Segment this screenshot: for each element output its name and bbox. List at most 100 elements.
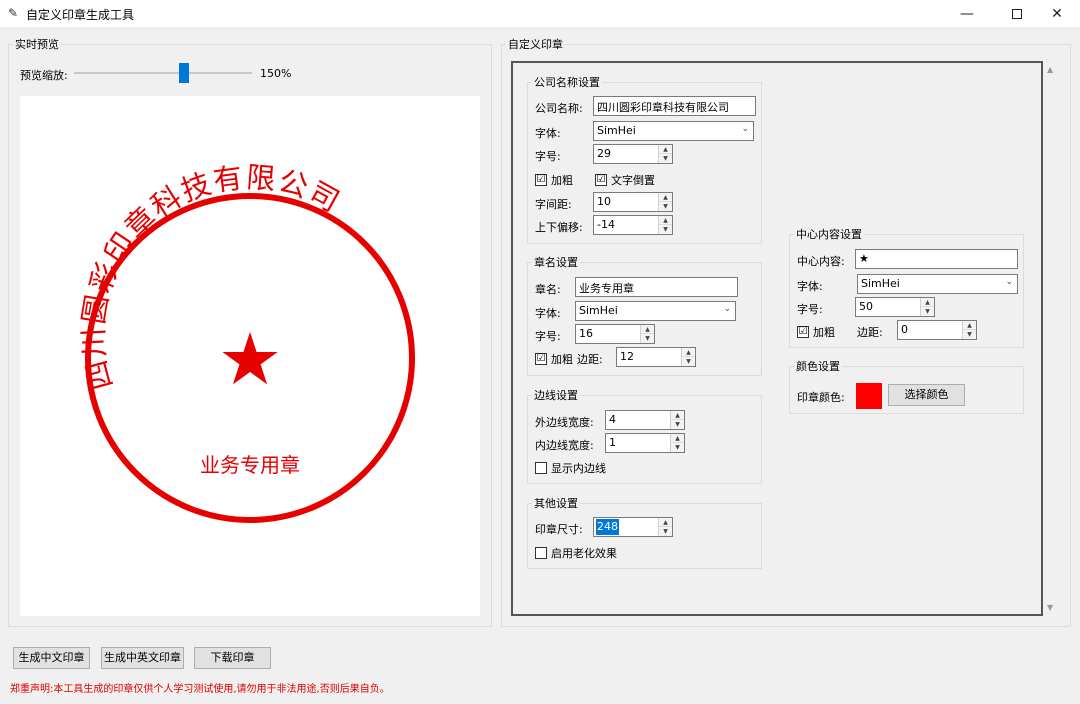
spin-down-icon[interactable]: ▼ [682, 357, 695, 366]
aging-effect-checkbox[interactable]: 启用老化效果 [535, 545, 617, 561]
seal-margin-value: 12 [620, 350, 634, 363]
preview-group-title: 实时预览 [15, 38, 59, 51]
seal-font-label: 字体: [535, 307, 561, 320]
spin-up-icon[interactable]: ▲ [659, 216, 672, 225]
spin-up-icon[interactable]: ▲ [671, 434, 684, 443]
spin-down-icon[interactable]: ▼ [963, 330, 976, 339]
seal-font-value: SimHei [579, 304, 618, 317]
spin-down-icon[interactable]: ▼ [671, 420, 684, 429]
company-offset-spinbox[interactable]: -14 ▲ ▼ [593, 215, 673, 235]
feather-icon: ✎ [8, 6, 19, 20]
stamp-color-swatch[interactable] [856, 383, 882, 409]
spin-up-icon[interactable]: ▲ [659, 193, 672, 202]
company-invert-label: 文字倒置 [611, 174, 655, 187]
seal-font-select[interactable]: SimHei ⌄ [575, 301, 736, 321]
company-size-value: 29 [597, 147, 611, 160]
spin-up-icon[interactable]: ▲ [921, 298, 934, 307]
company-font-select[interactable]: SimHei ⌄ [593, 121, 754, 141]
stamp-size-spinbox[interactable]: 248 ▲ ▼ [593, 517, 673, 537]
seal-bold-label: 加粗 [551, 353, 573, 366]
seal-margin-spinbox[interactable]: 12 ▲ ▼ [616, 347, 696, 367]
show-inner-border-checkbox[interactable]: 显示内边线 [535, 460, 606, 476]
zoom-value: 150% [260, 67, 292, 80]
company-spacing-label: 字间距: [535, 198, 572, 211]
center-content-input[interactable]: ★ [855, 249, 1018, 269]
stamp-preview-canvas: 四川圆彩印章科技有限公司 ★ 业务专用章 [20, 96, 480, 616]
seal-size-label: 字号: [535, 330, 561, 343]
scroll-up-icon[interactable]: ▲ [1047, 65, 1053, 74]
center-font-select[interactable]: SimHei ⌄ [857, 274, 1018, 294]
close-button[interactable]: ✕ [1034, 0, 1080, 27]
maximize-icon [1012, 8, 1022, 19]
seal-margin-label: 边距: [577, 353, 603, 366]
center-settings-title: 中心内容设置 [796, 228, 862, 241]
stamp-preview: 四川圆彩印章科技有限公司 ★ 业务专用章 [76, 160, 415, 523]
close-icon: ✕ [1051, 5, 1063, 22]
checkbox-box [535, 547, 547, 559]
spin-up-icon[interactable]: ▲ [671, 411, 684, 420]
inner-border-value: 1 [609, 436, 616, 449]
company-bold-checkbox[interactable]: ☑ 加粗 [535, 172, 573, 188]
seal-bold-checkbox[interactable]: ☑ 加粗 [535, 351, 573, 367]
stamp-size-label: 印章尺寸: [535, 523, 583, 536]
company-invert-checkbox[interactable]: ☑ 文字倒置 [595, 172, 655, 188]
chevron-down-icon: ⌄ [1005, 277, 1013, 287]
company-size-spinbox[interactable]: 29 ▲ ▼ [593, 144, 673, 164]
seal-name-label: 章名: [535, 283, 561, 296]
chevron-down-icon: ⌄ [741, 124, 749, 134]
border-settings-title: 边线设置 [534, 389, 578, 402]
center-font-value: SimHei [861, 277, 900, 290]
center-margin-spinbox[interactable]: 0 ▲ ▼ [897, 320, 977, 340]
outer-border-value: 4 [609, 413, 616, 426]
checkbox-box: ☑ [535, 174, 547, 186]
download-stamp-button[interactable]: 下载印章 [194, 647, 271, 669]
company-settings-title: 公司名称设置 [534, 76, 600, 89]
seal-name-settings-title: 章名设置 [534, 256, 578, 269]
zoom-slider-track[interactable] [74, 72, 252, 74]
center-size-label: 字号: [797, 303, 823, 316]
center-bold-checkbox[interactable]: ☑ 加粗 [797, 324, 835, 340]
minimize-button[interactable]: — [944, 0, 990, 27]
inner-border-spinbox[interactable]: 1 ▲ ▼ [605, 433, 685, 453]
company-bold-label: 加粗 [551, 174, 573, 187]
company-name-input[interactable]: 四川圆彩印章科技有限公司 [593, 96, 756, 116]
generate-chinese-stamp-button[interactable]: 生成中文印章 [13, 647, 90, 669]
company-spacing-value: 10 [597, 195, 611, 208]
spin-up-icon[interactable]: ▲ [659, 518, 672, 527]
spin-up-icon[interactable]: ▲ [682, 348, 695, 357]
seal-name-input[interactable]: 业务专用章 [575, 277, 738, 297]
vertical-scrollbar[interactable]: ▲ ▼ [1043, 61, 1060, 617]
generate-chinese-english-stamp-button[interactable]: 生成中英文印章 [101, 647, 184, 669]
spin-down-icon[interactable]: ▼ [659, 202, 672, 211]
choose-color-button[interactable]: 选择颜色 [888, 384, 965, 406]
stamp-center-star: ★ [218, 317, 283, 401]
spin-down-icon[interactable]: ▼ [659, 527, 672, 536]
spin-down-icon[interactable]: ▼ [659, 154, 672, 163]
show-inner-border-label: 显示内边线 [551, 462, 606, 475]
scroll-down-icon[interactable]: ▼ [1047, 603, 1053, 612]
company-spacing-spinbox[interactable]: 10 ▲ ▼ [593, 192, 673, 212]
company-font-value: SimHei [597, 124, 636, 137]
title-bar: ✎ 自定义印章生成工具 — ✕ [0, 0, 1080, 27]
company-name-label: 公司名称: [535, 102, 583, 115]
window-title: 自定义印章生成工具 [26, 8, 135, 22]
zoom-slider-thumb[interactable] [179, 63, 190, 83]
seal-size-spinbox[interactable]: 16 ▲ ▼ [575, 324, 655, 344]
stamp-company-text: 四川圆彩印章科技有限公司 [76, 160, 347, 394]
spin-down-icon[interactable]: ▼ [641, 334, 654, 343]
center-size-spinbox[interactable]: 50 ▲ ▼ [855, 297, 935, 317]
spin-up-icon[interactable]: ▲ [659, 145, 672, 154]
other-settings-title: 其他设置 [534, 497, 578, 510]
outer-border-spinbox[interactable]: 4 ▲ ▼ [605, 410, 685, 430]
disclaimer-text: 郑重声明:本工具生成的印章仅供个人学习测试使用,请勿用于非法用途,否则后果自负。 [10, 684, 390, 695]
spin-down-icon[interactable]: ▼ [659, 225, 672, 234]
company-font-label: 字体: [535, 127, 561, 140]
spin-down-icon[interactable]: ▼ [671, 443, 684, 452]
outer-border-label: 外边线宽度: [535, 416, 594, 429]
spin-up-icon[interactable]: ▲ [963, 321, 976, 330]
zoom-label: 预览缩放: [20, 69, 68, 82]
spin-up-icon[interactable]: ▲ [641, 325, 654, 334]
center-content-label: 中心内容: [797, 255, 845, 268]
inner-border-label: 内边线宽度: [535, 439, 594, 452]
spin-down-icon[interactable]: ▼ [921, 307, 934, 316]
